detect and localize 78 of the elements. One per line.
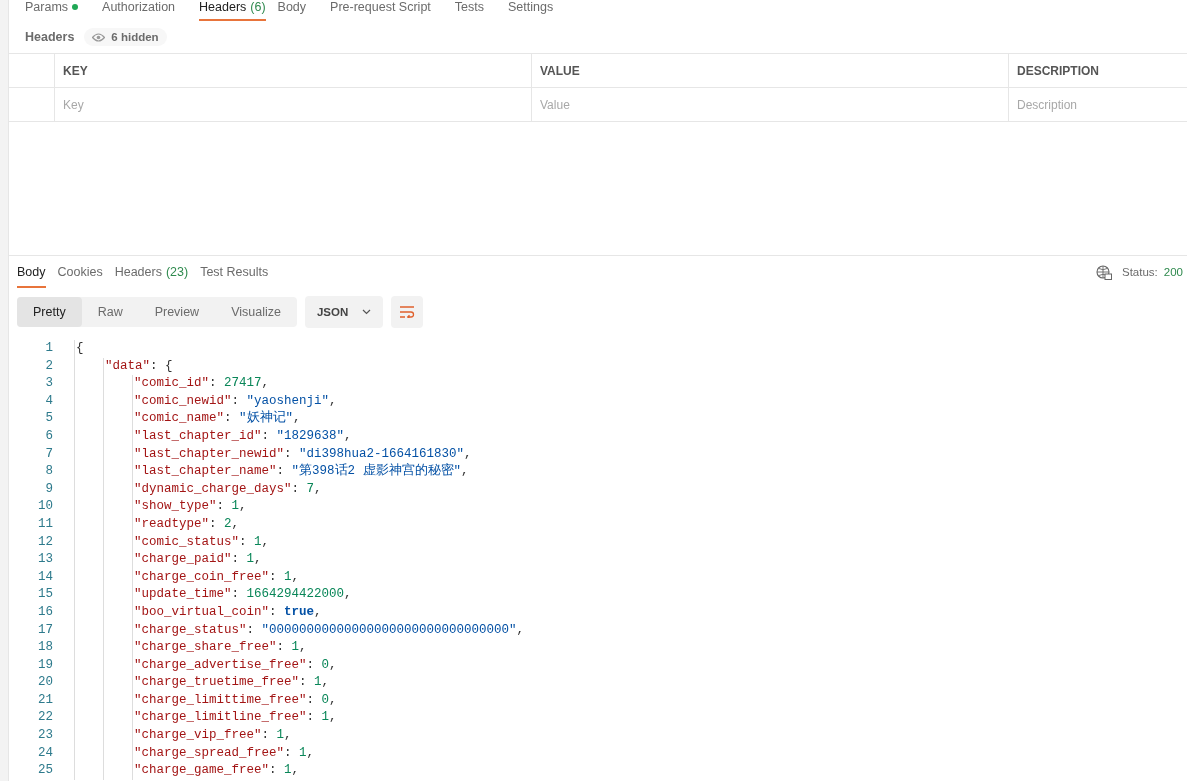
code-line: "update_time": 1664294422000, (133, 586, 352, 604)
code-line: "charge_advertise_free": 0, (133, 656, 337, 674)
code-line: "charge_paid": 1, (133, 551, 262, 569)
code-line: "charge_limittime_free": 0, (133, 691, 337, 709)
view-mode-tab[interactable]: Pretty (17, 297, 82, 327)
line-number: 21 (37, 691, 53, 709)
request-tab[interactable]: Pre-request Script (330, 0, 443, 21)
view-mode-tab[interactable]: Visualize (215, 297, 297, 327)
line-number: 9 (44, 480, 53, 498)
code-line: "last_chapter_id": "1829638", (133, 427, 352, 445)
chevron-down-icon (362, 309, 372, 315)
code-line: "charge_spread_free": 1, (133, 744, 315, 762)
code-line: "comic_status": 1, (133, 533, 270, 551)
line-number: 10 (37, 498, 53, 516)
line-number: 16 (37, 603, 53, 621)
request-tab[interactable]: Settings (508, 0, 566, 21)
hidden-headers-toggle[interactable]: 6 hidden (84, 28, 167, 46)
request-tab[interactable]: Authorization (102, 0, 188, 21)
line-number: 24 (37, 744, 53, 762)
line-number: 12 (37, 533, 53, 551)
code-line: "charge_limitline_free": 1, (133, 709, 337, 727)
code-line: "dynamic_charge_days": 7, (133, 480, 322, 498)
line-number: 23 (37, 727, 53, 745)
line-number: 5 (44, 410, 53, 428)
code-line: "boo_virtual_coin": true, (133, 603, 322, 621)
wrap-icon (399, 306, 416, 318)
response-tab[interactable]: Body (17, 256, 46, 288)
line-number: 3 (44, 375, 53, 393)
status-label: Status: (1122, 266, 1158, 278)
code-line: "charge_truetime_free": 1, (133, 674, 330, 692)
code-line: { (75, 340, 84, 357)
code-line: "comic_newid": "yaoshenji", (133, 392, 337, 410)
line-number: 6 (44, 427, 53, 445)
line-number: 20 (37, 674, 53, 692)
line-number: 13 (37, 551, 53, 569)
code-line: "last_chapter_name": "第398话2 虚影神宫的秘密", (133, 463, 469, 481)
column-header: DESCRIPTION (1008, 54, 1187, 87)
code-line: "charge_coin_free": 1, (133, 568, 300, 586)
line-number: 7 (44, 445, 53, 463)
request-tab[interactable]: Params (25, 0, 91, 21)
line-number: 25 (37, 762, 53, 780)
code-line: "charge_vip_free": 1, (133, 727, 292, 745)
request-tab[interactable]: Headers (6) (199, 0, 266, 21)
code-line: "charge_game_free": 1, (133, 762, 300, 780)
code-line: "data": { (104, 357, 173, 375)
format-dropdown[interactable]: JSON (304, 296, 384, 328)
wrap-lines-button[interactable] (391, 296, 424, 328)
view-mode-tab[interactable]: Preview (138, 297, 216, 327)
response-tab[interactable]: Headers (23) (114, 256, 189, 288)
line-number: 18 (37, 639, 53, 657)
line-number: 8 (44, 463, 53, 481)
column-header: KEY (54, 54, 531, 87)
line-number: 15 (37, 586, 53, 604)
code-line: "charge_status": "00000000000000000000000000000000", (133, 621, 525, 639)
eye-icon (92, 32, 106, 42)
headers-label: Headers (25, 30, 75, 44)
line-number: 19 (37, 656, 53, 674)
code-line: "charge_share_free": 1, (133, 639, 307, 657)
line-number: 17 (37, 621, 53, 639)
request-tab[interactable]: Tests (454, 0, 496, 21)
line-number: 14 (37, 568, 53, 586)
globe-lock-icon[interactable] (1096, 264, 1112, 280)
line-number: 11 (37, 515, 53, 533)
response-tab[interactable]: Test Results (200, 256, 269, 288)
line-number: 1 (44, 340, 53, 357)
code-line: "last_chapter_newid": "di398hua2-1664161830", (133, 445, 472, 463)
response-tab[interactable]: Cookies (57, 256, 103, 288)
line-number: 2 (44, 357, 53, 375)
line-number: 22 (37, 709, 53, 727)
code-line: "show_type": 1, (133, 498, 247, 516)
view-mode-tab[interactable]: Raw (81, 297, 139, 327)
code-line: "comic_id": 27417, (133, 375, 270, 393)
code-line: "comic_name": "妖神记", (133, 410, 301, 428)
line-number: 4 (44, 392, 53, 410)
column-header: VALUE (531, 54, 1008, 87)
request-tab[interactable]: Body (277, 0, 319, 21)
code-line: "readtype": 2, (133, 515, 240, 533)
status-code: 200 (1163, 266, 1183, 278)
